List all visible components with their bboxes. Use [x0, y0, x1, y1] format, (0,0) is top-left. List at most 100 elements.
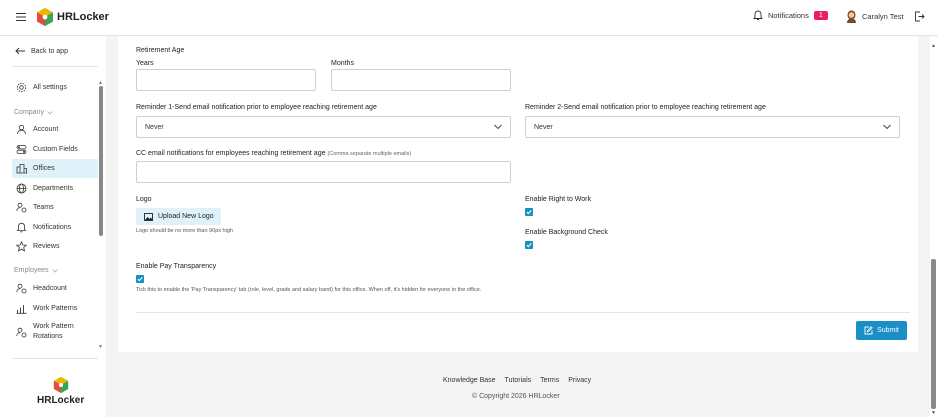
avatar	[847, 10, 856, 23]
check-icon	[137, 277, 143, 282]
reminder2-value: Never	[534, 124, 553, 131]
cc-email-hint: (Comma separate multiple emails)	[327, 151, 412, 157]
sidebar-item-teams[interactable]: Teams	[12, 198, 98, 217]
app-logo[interactable]: HRLocker	[36, 7, 109, 27]
sidebar-item-offices[interactable]: Offices	[12, 159, 98, 178]
page-scrollbar[interactable]	[931, 259, 936, 409]
footer-link-terms[interactable]: Terms	[540, 377, 559, 384]
menu-icon[interactable]	[15, 11, 27, 23]
pay-transparency-checkbox[interactable]	[136, 275, 144, 283]
image-icon	[144, 212, 153, 221]
years-input[interactable]	[136, 69, 316, 91]
sidebar-item-label: Headcount	[33, 285, 67, 292]
sidebar-item-label: Custom Fields	[33, 146, 78, 153]
logo-label: Logo	[136, 196, 152, 203]
sidebar-group-employees[interactable]: Employees	[14, 267, 58, 274]
reminder1-label: Reminder 1-Send email notification prior…	[136, 104, 377, 111]
user-menu[interactable]: Caralyn Test	[846, 10, 904, 23]
sidebar-group-company[interactable]: Company	[14, 109, 53, 116]
sidebar-item-label: Work Patterns	[33, 305, 78, 312]
sidebar-item-notifications[interactable]: Notifications	[12, 218, 98, 237]
cc-email-input[interactable]	[136, 161, 511, 183]
sidebar-item-departments[interactable]: Departments	[12, 179, 98, 198]
divider	[12, 66, 98, 67]
rotation-icon	[16, 327, 27, 337]
logo-hint: Logo should be no more than 90px high	[136, 228, 233, 234]
chevron-down-icon	[47, 110, 53, 115]
months-input[interactable]	[331, 69, 511, 91]
chart-icon	[16, 305, 27, 314]
sidebar-item-custom-fields[interactable]: Custom Fields	[12, 140, 98, 159]
upload-logo-label: Upload New Logo	[158, 213, 214, 220]
pay-transparency-label: Enable Pay Transparency	[136, 263, 217, 270]
divider	[136, 312, 910, 313]
app-name: HRLocker	[57, 11, 109, 23]
bell-icon	[16, 222, 27, 233]
reminder1-value: Never	[145, 124, 164, 131]
user-icon	[17, 124, 26, 135]
sidebar-item-reviews[interactable]: Reviews	[12, 237, 98, 256]
sidebar-item-headcount[interactable]: Headcount	[12, 279, 98, 298]
copyright: © Copyright 2026 HRLocker	[472, 393, 560, 400]
divider	[12, 358, 98, 359]
bell-icon	[753, 10, 763, 20]
notifications-button[interactable]: Notifications 1	[753, 10, 828, 21]
footer-logo: HRLocker	[37, 376, 84, 406]
notifications-count-badge: 1	[813, 11, 828, 20]
sidebar-scrollbar[interactable]	[99, 86, 103, 236]
sidebar-item-all-settings[interactable]: All settings	[12, 78, 98, 97]
upload-logo-button[interactable]: Upload New Logo	[136, 208, 221, 225]
settings-sidebar: Back to app All settings Company Account…	[0, 36, 106, 417]
pay-transparency-hint: Tick this to enable the 'Pay Transparenc…	[136, 287, 482, 293]
sidebar-item-work-pattern-rotations[interactable]: Work Pattern Rotations	[12, 320, 98, 344]
scroll-down-icon[interactable]: ▼	[98, 344, 103, 350]
reminder2-label: Reminder 2-Send email notification prior…	[525, 104, 766, 111]
globe-icon	[16, 183, 27, 194]
chevron-down-icon	[883, 124, 891, 130]
edit-icon	[864, 326, 873, 335]
sidebar-item-label: Notifications	[33, 224, 72, 231]
notifications-label: Notifications	[768, 11, 809, 20]
check-icon	[526, 210, 532, 215]
sidebar-item-label: Work Pattern Rotations	[33, 323, 74, 340]
scroll-up-icon[interactable]: ▲	[931, 43, 936, 49]
sidebar-item-label: Offices	[33, 165, 55, 172]
years-label: Years	[136, 60, 154, 67]
retirement-age-label: Retirement Age	[136, 47, 185, 54]
sidebar-item-label: Departments	[33, 185, 74, 192]
sidebar-item-label: All settings	[33, 84, 67, 91]
right-to-work-checkbox[interactable]	[525, 208, 533, 216]
months-label: Months	[331, 60, 354, 67]
reminder1-select[interactable]: Never	[136, 116, 511, 138]
footer-link-knowledge-base[interactable]: Knowledge Base	[443, 377, 496, 384]
footer-link-tutorials[interactable]: Tutorials	[505, 377, 532, 384]
sidebar-item-label: Account	[33, 126, 59, 133]
top-bar: HRLocker Notifications 1 Caralyn Test	[0, 0, 938, 36]
check-icon	[526, 243, 532, 248]
hrlocker-logo-icon	[53, 377, 68, 393]
team-icon	[16, 202, 27, 213]
sidebar-item-label: Teams	[33, 204, 54, 211]
submit-label: Submit	[877, 327, 899, 334]
logout-icon[interactable]	[914, 11, 925, 22]
submit-button[interactable]: Submit	[856, 321, 907, 340]
back-to-app-link[interactable]: Back to app	[15, 47, 68, 55]
cc-email-label: CC email notifications for employees rea…	[136, 150, 411, 157]
scroll-down-icon[interactable]: ▼	[931, 410, 936, 416]
arrow-left-icon	[15, 47, 25, 55]
reminder2-select[interactable]: Never	[525, 116, 900, 138]
toggles-icon	[16, 145, 27, 154]
user-name: Caralyn Test	[862, 12, 904, 21]
footer-link-privacy[interactable]: Privacy	[568, 377, 591, 384]
sidebar-item-account[interactable]: Account	[12, 120, 98, 139]
right-to-work-label: Enable Right to Work	[525, 196, 592, 203]
gear-icon	[16, 82, 27, 93]
star-icon	[16, 241, 27, 252]
app-name: HRLocker	[37, 395, 85, 406]
chevron-down-icon	[494, 124, 502, 130]
building-icon	[16, 164, 27, 174]
sidebar-item-work-patterns[interactable]: Work Patterns	[12, 299, 98, 318]
background-check-checkbox[interactable]	[525, 241, 533, 249]
headcount-icon	[16, 283, 27, 294]
sidebar-item-label: Reviews	[33, 243, 60, 250]
